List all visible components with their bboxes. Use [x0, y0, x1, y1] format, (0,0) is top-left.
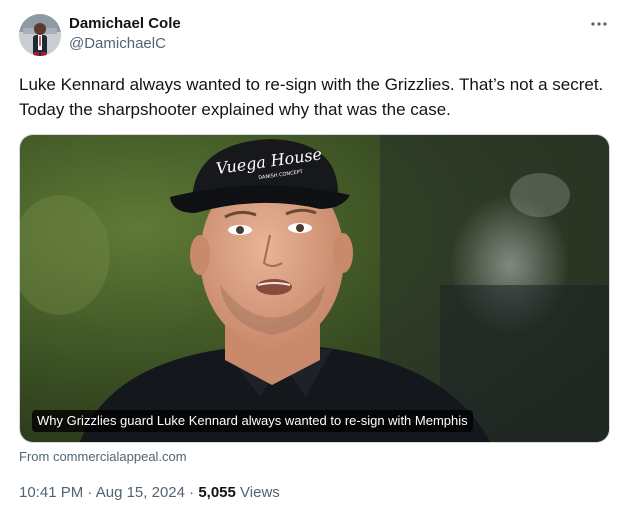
- views-label: Views: [240, 484, 280, 501]
- more-icon[interactable]: [589, 16, 609, 32]
- tweet-author: Damichael Cole @DamichaelC: [69, 14, 181, 54]
- views-count[interactable]: 5,055: [198, 484, 236, 501]
- card-source-link[interactable]: From commercialappeal.com: [19, 448, 187, 466]
- tweet-time[interactable]: 10:41 PM: [19, 484, 83, 501]
- tweet-text: Luke Kennard always wanted to re-sign wi…: [19, 75, 604, 119]
- tweet: Damichael Cole @DamichaelC Luke Kennard …: [0, 0, 627, 515]
- tweet-date[interactable]: Aug 15, 2024: [96, 484, 185, 501]
- meta-separator: ·: [189, 484, 195, 501]
- tweet-meta: 10:41 PM · Aug 15, 2024 · 5,055 Views: [19, 483, 280, 503]
- meta-separator: ·: [87, 484, 93, 501]
- media-caption: Why Grizzlies guard Luke Kennard always …: [32, 410, 473, 432]
- media-card[interactable]: Vuega House DANISH CONCEPT Why Grizzlies…: [19, 134, 610, 443]
- person-avatar-icon: [19, 14, 61, 56]
- author-handle[interactable]: @DamichaelC: [69, 34, 181, 54]
- avatar[interactable]: [19, 14, 61, 56]
- media-photo: Vuega House DANISH CONCEPT: [20, 135, 609, 442]
- author-display-name[interactable]: Damichael Cole: [69, 14, 181, 34]
